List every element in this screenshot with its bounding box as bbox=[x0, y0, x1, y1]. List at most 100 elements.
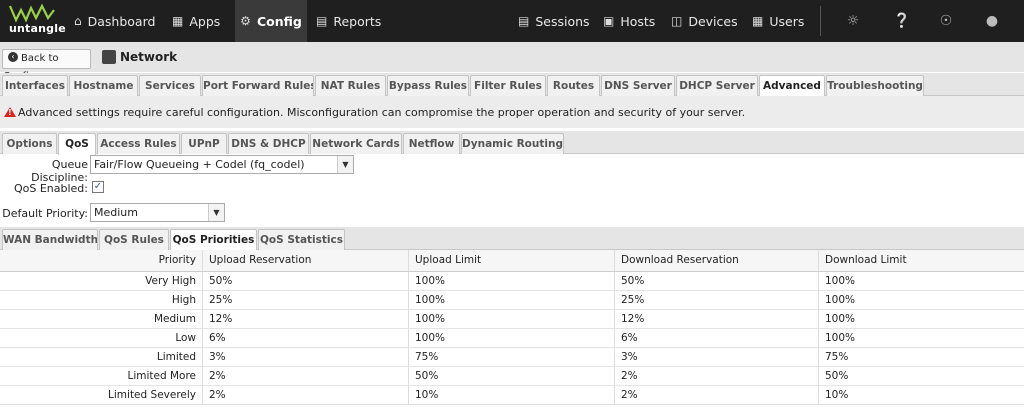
tab-upnp[interactable]: UPnP bbox=[181, 133, 227, 154]
download-reservation-cell: 3% bbox=[615, 348, 819, 366]
tab-routes[interactable]: Routes bbox=[547, 75, 600, 96]
tab-qos[interactable]: QoS bbox=[58, 133, 96, 155]
table-row[interactable]: Limited More 2% 50% 2% 50% bbox=[0, 367, 1024, 386]
nav-devices[interactable]: ◫ Devices bbox=[671, 0, 741, 42]
network-icon bbox=[102, 50, 116, 64]
download-reservation-cell: 25% bbox=[615, 291, 819, 309]
chevron-down-icon: ▼ bbox=[208, 204, 224, 221]
tab-wan-bandwidth[interactable]: WAN Bandwidth bbox=[2, 229, 98, 250]
help-icon[interactable]: ❔ bbox=[893, 13, 910, 29]
table-row[interactable]: Limited 3% 75% 3% 75% bbox=[0, 348, 1024, 367]
priority-cell: Medium bbox=[0, 310, 203, 328]
apps-grid-icon: ▦ bbox=[172, 14, 184, 28]
nav-dashboard-label: Dashboard bbox=[87, 13, 156, 29]
download-reservation-cell: 50% bbox=[615, 272, 819, 290]
tab-qos-rules[interactable]: QoS Rules bbox=[99, 229, 169, 250]
upload-limit-cell: 50% bbox=[409, 367, 615, 385]
default-priority-select[interactable]: Medium ▼ bbox=[90, 203, 225, 222]
tab-hostname[interactable]: Hostname bbox=[69, 75, 138, 96]
devices-icon: ◫ bbox=[671, 14, 683, 28]
qos-tab-bar: WAN Bandwidth QoS Rules QoS Priorities Q… bbox=[0, 227, 1024, 251]
nav-config[interactable]: ⚙ Config bbox=[235, 0, 307, 42]
download-limit-cell: 10% bbox=[825, 389, 849, 401]
tab-qos-priorities[interactable]: QoS Priorities bbox=[170, 229, 257, 251]
account-icon[interactable]: ● bbox=[984, 13, 1000, 29]
tab-troubleshooting[interactable]: Troubleshooting bbox=[826, 75, 924, 96]
arrow-left-icon: ‹ bbox=[8, 52, 18, 62]
column-header-priority[interactable]: Priority bbox=[0, 250, 203, 271]
back-to-config-button[interactable]: ‹Back to Config bbox=[2, 49, 91, 82]
table-row[interactable]: Low 6% 100% 6% 100% bbox=[0, 329, 1024, 348]
tab-access-rules[interactable]: Access Rules bbox=[97, 133, 180, 154]
tab-interfaces[interactable]: Interfaces bbox=[2, 75, 68, 96]
queue-discipline-value: Fair/Flow Queueing + Codel (fq_codel) bbox=[94, 158, 305, 171]
upload-reservation-cell: 12% bbox=[203, 310, 409, 328]
nav-sessions[interactable]: ▤ Sessions bbox=[518, 0, 596, 42]
nav-users[interactable]: ▦ Users bbox=[752, 0, 812, 42]
tab-dns-server[interactable]: DNS Server bbox=[601, 75, 675, 96]
nav-sessions-label: Sessions bbox=[535, 13, 590, 29]
nav-reports-label: Reports bbox=[333, 13, 382, 29]
nav-divider bbox=[820, 6, 821, 36]
queue-discipline-label: Queue Discipline: bbox=[31, 158, 88, 184]
sub-tab-bar: Options QoS Access Rules UPnP DNS & DHCP… bbox=[0, 131, 1024, 155]
tab-filter-rules[interactable]: Filter Rules bbox=[470, 75, 546, 96]
download-limit-cell: 100% bbox=[825, 294, 856, 306]
download-limit-cell: 100% bbox=[825, 313, 856, 325]
upload-reservation-cell: 25% bbox=[203, 291, 409, 309]
tab-services[interactable]: Services bbox=[139, 75, 201, 96]
tab-dns-dhcp[interactable]: DNS & DHCP bbox=[228, 133, 309, 154]
column-header-upload-reservation[interactable]: Upload Reservation bbox=[203, 250, 409, 271]
nav-reports[interactable]: ▤ Reports bbox=[316, 0, 386, 42]
tab-network-cards[interactable]: Network Cards bbox=[310, 133, 402, 154]
nav-hosts[interactable]: ▣ Hosts bbox=[603, 0, 659, 42]
priority-cell: Very High bbox=[0, 272, 203, 290]
tab-dhcp-server[interactable]: DHCP Server bbox=[676, 75, 758, 96]
tab-port-forward-rules[interactable]: Port Forward Rules bbox=[202, 75, 314, 96]
download-reservation-cell: 2% bbox=[615, 386, 819, 404]
table-row[interactable]: Very High 50% 100% 50% 100% bbox=[0, 272, 1024, 291]
lightbulb-icon[interactable]: ☼ bbox=[845, 13, 861, 29]
table-header: Priority Upload Reservation Upload Limit… bbox=[0, 250, 1024, 272]
queue-discipline-select[interactable]: Fair/Flow Queueing + Codel (fq_codel) ▼ bbox=[90, 155, 354, 174]
top-navigation-bar: untangle ⌂ Dashboard ▦ Apps ⚙ Config ▤ R… bbox=[0, 0, 1024, 42]
download-limit-cell: 50% bbox=[825, 370, 849, 382]
download-reservation-cell: 6% bbox=[615, 329, 819, 347]
column-header-upload-limit[interactable]: Upload Limit bbox=[409, 250, 615, 271]
tab-bypass-rules[interactable]: Bypass Rules bbox=[387, 75, 469, 96]
hosts-icon: ▣ bbox=[603, 14, 615, 28]
chart-icon: ▤ bbox=[316, 14, 328, 28]
tab-dynamic-routing[interactable]: Dynamic Routing bbox=[461, 133, 564, 154]
upload-reservation-cell: 2% bbox=[203, 386, 409, 404]
sessions-icon: ▤ bbox=[518, 14, 530, 28]
table-row[interactable]: Limited Severely 2% 10% 2% 10% bbox=[0, 386, 1024, 405]
upload-reservation-cell: 50% bbox=[203, 272, 409, 290]
chevron-down-icon: ▼ bbox=[337, 156, 353, 173]
table-row[interactable]: Medium 12% 100% 12% 100% bbox=[0, 310, 1024, 329]
table-row[interactable]: High 25% 100% 25% 100% bbox=[0, 291, 1024, 310]
download-reservation-cell: 2% bbox=[615, 367, 819, 385]
qos-enabled-checkbox[interactable]: ✓ bbox=[92, 181, 104, 193]
warning-text: Advanced settings require careful config… bbox=[18, 106, 746, 119]
column-header-download-limit[interactable]: Download Limit bbox=[819, 250, 1024, 271]
main-tab-bar: Interfaces Hostname Services Port Forwar… bbox=[0, 73, 1024, 97]
tab-nat-rules[interactable]: NAT Rules bbox=[315, 75, 386, 96]
tab-qos-statistics[interactable]: QoS Statistics bbox=[258, 229, 345, 250]
priority-cell: Limited Severely bbox=[0, 386, 203, 404]
upload-reservation-cell: 6% bbox=[203, 329, 409, 347]
tab-advanced[interactable]: Advanced bbox=[759, 75, 825, 97]
warning-icon-mark: ! bbox=[8, 108, 12, 117]
nav-dashboard[interactable]: ⌂ Dashboard bbox=[74, 0, 164, 42]
tab-options[interactable]: Options bbox=[2, 133, 57, 154]
qos-enabled-label: QoS Enabled: bbox=[13, 182, 88, 195]
nav-config-label: Config bbox=[256, 13, 302, 29]
upload-reservation-cell: 2% bbox=[203, 367, 409, 385]
nav-apps[interactable]: ▦ Apps bbox=[172, 0, 232, 42]
gear-icon: ⚙ bbox=[240, 14, 251, 28]
table-footer bbox=[0, 404, 1024, 416]
nav-apps-label: Apps bbox=[189, 13, 221, 29]
priority-cell: Limited bbox=[0, 348, 203, 366]
column-header-download-reservation[interactable]: Download Reservation bbox=[615, 250, 819, 271]
support-icon[interactable]: ☉ bbox=[938, 13, 954, 29]
tab-netflow[interactable]: Netflow bbox=[403, 133, 460, 154]
